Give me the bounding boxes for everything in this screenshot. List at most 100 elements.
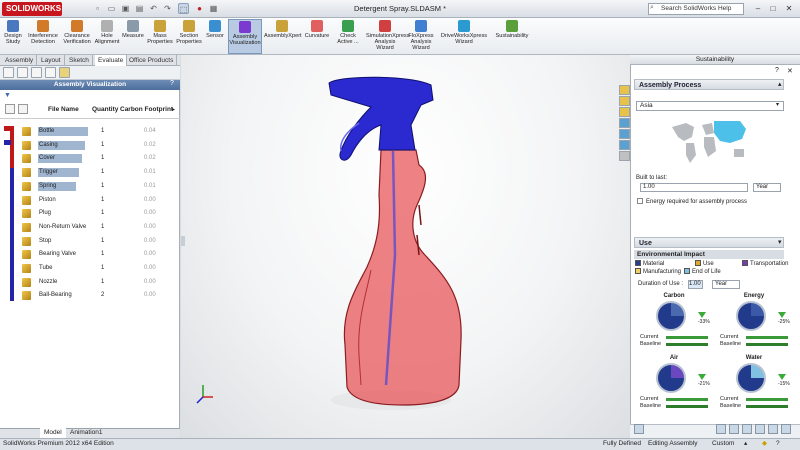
table-row[interactable]: Spring 1 0.01 — [20, 180, 180, 194]
cmd-driveworksxpress-button[interactable]: DriveWorksXpress Wizard — [437, 19, 491, 54]
select-icon[interactable]: ⬚ — [178, 3, 189, 14]
tab-sketch[interactable]: Sketch — [66, 55, 93, 66]
impact-air[interactable]: Air -21% Current Baseline — [634, 354, 714, 414]
open-icon[interactable]: ▭ — [106, 3, 117, 14]
email-icon[interactable] — [781, 424, 791, 434]
tab-office-products[interactable]: Office Products — [126, 55, 178, 66]
table-row[interactable]: Plug 1 0.00 — [20, 207, 180, 221]
configuration-manager-icon[interactable] — [31, 67, 42, 78]
cmd-hole-alignment-button[interactable]: Hole Alignment — [94, 19, 120, 54]
cmd-section-properties-button[interactable]: Section Properties — [176, 19, 202, 54]
dimxpert-icon[interactable] — [45, 67, 56, 78]
impact-carbon[interactable]: Carbon -33% Current Baseline — [634, 292, 714, 352]
cmd-floxpress-button[interactable]: FloXpress Analysis Wizard — [406, 19, 436, 54]
table-row[interactable]: Trigger 1 0.01 — [20, 166, 180, 180]
sort-icon[interactable] — [18, 104, 28, 114]
slider-handle-bottom[interactable] — [4, 140, 11, 145]
maximize-button[interactable]: □ — [767, 3, 779, 14]
region-select[interactable]: Asia — [636, 101, 784, 111]
use-side-icon[interactable] — [619, 118, 630, 128]
cmd-assemblyxpert-button[interactable]: AssemblyXpert — [264, 19, 302, 54]
energy-side-icon[interactable] — [619, 140, 630, 150]
close-button[interactable]: ✕ — [783, 3, 795, 14]
table-row[interactable]: Bearing Valve 1 0.00 — [20, 248, 180, 262]
help-icon[interactable]: ? — [775, 67, 779, 74]
cmd-assembly-visualization-button[interactable]: Assembly Visualization — [228, 19, 262, 54]
assembly-process-header[interactable]: Assembly Process — [634, 79, 784, 90]
expand-icon[interactable]: ▾ — [778, 238, 782, 246]
rebuild-icon[interactable]: ● — [194, 3, 205, 14]
table-row[interactable]: Piston 1 0.00 — [20, 194, 180, 208]
report-side-icon[interactable] — [619, 151, 630, 161]
column-quantity[interactable]: Quantity — [92, 106, 118, 113]
tab-model[interactable]: Model — [40, 428, 66, 438]
impact-energy[interactable]: Energy -25% Current Baseline — [714, 292, 794, 352]
built-to-last-input[interactable]: 1.00 — [640, 183, 748, 192]
close-icon[interactable]: ✕ — [787, 67, 793, 75]
print-icon[interactable]: ▤ — [134, 3, 145, 14]
table-row[interactable]: Non-Return Valve 1 0.00 — [20, 221, 180, 235]
tab-animation1[interactable]: Animation1 — [66, 428, 107, 438]
compare-icon[interactable] — [729, 424, 739, 434]
region-side-icon[interactable] — [619, 129, 630, 139]
energy-checkbox-row[interactable]: Energy required for assembly process — [637, 198, 747, 205]
cmd-mass-properties-button[interactable]: Mass Properties — [146, 19, 174, 54]
table-row[interactable]: Tube 1 0.00 — [20, 262, 180, 276]
cmd-interference-button[interactable]: Interference Detection — [26, 19, 60, 54]
table-row[interactable]: Stop 1 0.00 — [20, 235, 180, 249]
column-carbon-footprint[interactable]: Carbon Footprint — [120, 106, 173, 113]
baseline-icon[interactable] — [742, 424, 752, 434]
cmd-measure-button[interactable]: Measure — [122, 19, 144, 54]
tab-assembly[interactable]: Assembly — [2, 55, 38, 66]
report-icon[interactable] — [634, 424, 644, 434]
import-icon[interactable] — [755, 424, 765, 434]
undo-icon[interactable]: ↶ — [148, 3, 159, 14]
cmd-check-active-button[interactable]: Check Active ... — [334, 19, 362, 54]
tab-layout[interactable]: Layout — [38, 55, 65, 66]
world-map[interactable] — [668, 115, 750, 167]
use-header[interactable]: Use — [634, 237, 784, 248]
minimize-button[interactable]: – — [752, 3, 764, 14]
cmd-simulationxpress-button[interactable]: SimulationXpress Analysis Wizard — [366, 19, 410, 54]
slider-handle-top[interactable] — [4, 126, 11, 131]
filter-icon[interactable]: ▼ — [4, 92, 11, 99]
options-icon[interactable]: ▦ — [208, 3, 219, 14]
status-units[interactable]: Custom — [712, 439, 734, 449]
search-input[interactable]: Search SolidWorks Help — [648, 3, 744, 15]
cmd-curvature-button[interactable]: Curvature — [302, 19, 332, 54]
cmd-sustainability-button[interactable]: Sustainability — [493, 19, 531, 54]
impact-water[interactable]: Water -15% Current Baseline — [714, 354, 794, 414]
cmd-clearance-button[interactable]: Clearance Verification — [62, 19, 92, 54]
table-row[interactable]: Nozzle 1 0.00 — [20, 276, 180, 290]
units-chevron-icon[interactable]: ▴ — [744, 439, 747, 449]
manufacturing-side-icon[interactable] — [619, 96, 630, 106]
assembly-visualization-tab-icon[interactable] — [59, 67, 70, 78]
column-arrow-icon[interactable]: ▸ — [172, 106, 175, 113]
cmd-sensor-button[interactable]: Sensor — [204, 19, 226, 54]
panel-splitter-handle[interactable] — [181, 236, 185, 246]
cmd-design-study-button[interactable]: Design Study — [2, 19, 24, 54]
column-file-name[interactable]: File Name — [48, 106, 79, 113]
list-view-icon[interactable] — [5, 104, 15, 114]
table-row[interactable]: Ball-Bearing 2 0.00 — [20, 289, 180, 303]
collapse-icon[interactable]: ▴ — [778, 80, 782, 88]
spray-bottle-model[interactable] — [181, 55, 630, 438]
new-document-icon[interactable]: ▫ — [92, 3, 103, 14]
duration-unit-select[interactable]: Year — [712, 280, 740, 289]
built-to-last-unit-select[interactable]: Year — [753, 183, 781, 192]
table-row[interactable]: Bottle 1 0.04 — [20, 125, 180, 139]
export-icon[interactable] — [768, 424, 778, 434]
graphics-area[interactable] — [181, 55, 630, 438]
solidworks-logo[interactable]: SOLIDWORKS — [2, 2, 62, 16]
table-row[interactable]: Casing 1 0.02 — [20, 139, 180, 153]
redo-icon[interactable]: ↷ — [162, 3, 173, 14]
help-icon[interactable]: ? — [170, 80, 174, 87]
transport-side-icon[interactable] — [619, 107, 630, 117]
table-row[interactable]: Cover 1 0.02 — [20, 152, 180, 166]
setup-icon[interactable] — [716, 424, 726, 434]
duration-input[interactable]: 1.00 — [688, 280, 703, 289]
tab-evaluate[interactable]: Evaluate — [95, 55, 128, 66]
material-side-icon[interactable] — [619, 85, 630, 95]
save-icon[interactable]: ▣ — [120, 3, 131, 14]
checkbox[interactable] — [637, 198, 643, 204]
